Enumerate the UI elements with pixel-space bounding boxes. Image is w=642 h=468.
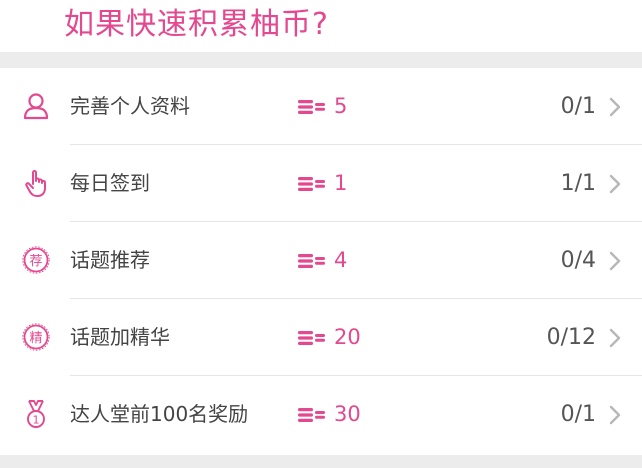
task-reward: 1 [298, 145, 347, 222]
task-list: 完善个人资料 5 0/1 每日签到 1 1/1 荐 话题推荐 4 0/4 精 话… [0, 68, 642, 455]
task-reward: 30 [298, 376, 361, 453]
chevron-right-icon [608, 96, 622, 118]
task-row-profile[interactable]: 完善个人资料 5 0/1 [0, 68, 642, 145]
task-label: 完善个人资料 [70, 94, 190, 118]
task-progress: 0/4 [560, 248, 596, 273]
task-progress: 0/12 [546, 325, 596, 350]
task-row-essence[interactable]: 精 话题加精华 20 0/12 [0, 299, 642, 376]
essence-badge-icon: 精 [22, 322, 50, 352]
task-label: 每日签到 [70, 171, 150, 195]
person-icon [22, 91, 50, 121]
page-title: 如果快速积累柚币? [64, 7, 329, 42]
badge-glyph: 精 [29, 331, 42, 346]
task-label: 话题加精华 [70, 325, 170, 349]
section-divider-bottom [0, 455, 642, 468]
task-label: 达人堂前100名奖励 [70, 402, 249, 426]
section-divider-top [0, 52, 642, 68]
coin-stack-icon [298, 253, 326, 269]
task-progress: 1/1 [560, 171, 596, 196]
reward-amount: 30 [334, 402, 361, 426]
task-progress: 0/1 [560, 402, 596, 427]
reward-amount: 4 [334, 248, 348, 272]
chevron-right-icon [608, 250, 622, 272]
coin-stack-icon [298, 176, 326, 192]
medal-icon: 1 [22, 399, 50, 429]
task-row-hall-of-fame[interactable]: 1 达人堂前100名奖励 30 0/1 [0, 376, 642, 453]
coin-stack-icon [298, 330, 326, 346]
recommend-badge-icon: 荐 [22, 245, 50, 275]
task-row-checkin[interactable]: 每日签到 1 1/1 [0, 145, 642, 222]
task-reward: 20 [298, 299, 361, 376]
reward-amount: 20 [334, 325, 361, 349]
pointing-hand-icon [22, 168, 50, 198]
task-reward: 4 [298, 222, 347, 299]
reward-amount: 5 [334, 94, 348, 118]
coin-stack-icon [298, 407, 326, 423]
task-reward: 5 [298, 68, 347, 145]
chevron-right-icon [608, 327, 622, 349]
badge-glyph: 荐 [29, 254, 42, 269]
badge-glyph: 1 [33, 414, 40, 427]
page: 如果快速积累柚币? 完善个人资料 5 0/1 每日签到 1 1/1 荐 话题推荐… [0, 0, 642, 468]
chevron-right-icon [608, 173, 622, 195]
task-label: 话题推荐 [70, 248, 150, 272]
coin-stack-icon [298, 99, 326, 115]
chevron-right-icon [608, 404, 622, 426]
task-progress: 0/1 [560, 94, 596, 119]
reward-amount: 1 [334, 171, 348, 195]
task-row-recommend[interactable]: 荐 话题推荐 4 0/4 [0, 222, 642, 299]
